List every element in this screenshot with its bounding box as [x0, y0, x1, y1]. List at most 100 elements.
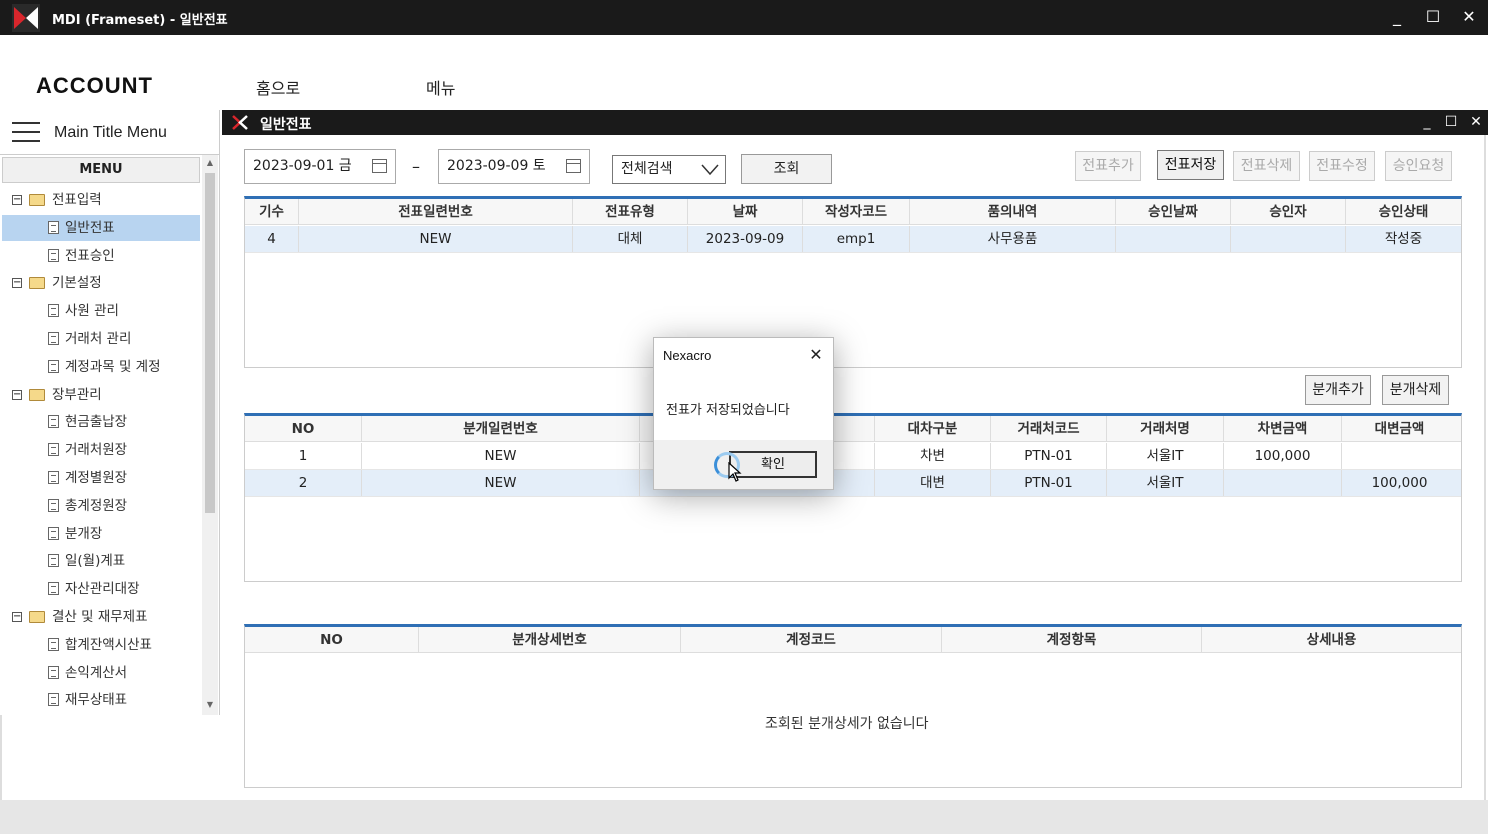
request-approval-button[interactable]: 승인요청 [1385, 151, 1452, 181]
table-cell[interactable]: PTN-01 [991, 443, 1107, 469]
column-header[interactable]: 승인상태 [1346, 199, 1461, 225]
table-cell[interactable] [1342, 443, 1457, 469]
child-minimize-icon[interactable]: _ [1417, 112, 1437, 132]
column-header[interactable]: 거래처코드 [991, 416, 1107, 442]
detail-grid[interactable]: NO 분개상세번호 계정코드 계정항목 상세내용 조회된 분개상세가 없습니다 [244, 624, 1462, 788]
column-header[interactable]: 계정항목 [942, 627, 1202, 653]
table-cell[interactable]: 서울IT [1107, 443, 1224, 469]
menu-item[interactable]: 전표승인 [2, 243, 200, 269]
scroll-up-icon[interactable]: ▲ [205, 158, 215, 168]
delete-voucher-button[interactable]: 전표삭제 [1233, 151, 1300, 181]
column-header[interactable]: 승인날짜 [1116, 199, 1231, 225]
menu-item[interactable]: 재무상태표 [2, 687, 200, 713]
table-cell[interactable]: 차변 [875, 443, 991, 469]
menu-item[interactable]: 거래처 관리 [2, 326, 200, 352]
menu-item[interactable]: 거래처원장 [2, 437, 200, 463]
dialog-close-icon[interactable]: ✕ [806, 345, 826, 365]
save-voucher-button[interactable]: 전표저장 [1157, 150, 1224, 180]
scrollbar-thumb[interactable] [205, 173, 215, 513]
menu-folder[interactable]: − 전표입력 [2, 187, 200, 213]
close-icon[interactable]: ✕ [1457, 6, 1481, 28]
table-cell[interactable]: 4 [245, 226, 299, 252]
nav-home-link[interactable]: 홈으로 [256, 75, 300, 99]
menu-item[interactable]: 일(월)계표 [2, 548, 200, 574]
table-cell[interactable] [1231, 226, 1346, 252]
table-cell[interactable]: 작성중 [1346, 226, 1461, 252]
hamburger-icon[interactable] [12, 122, 40, 144]
column-header[interactable]: 계정코드 [681, 627, 942, 653]
calendar-icon[interactable] [372, 159, 387, 173]
table-row[interactable]: 2NEW비대변PTN-01서울IT100,000 [245, 470, 1461, 497]
column-header[interactable]: 분개일련번호 [362, 416, 640, 442]
nav-menu-link[interactable]: 메뉴 [426, 75, 455, 99]
edit-voucher-button[interactable]: 전표수정 [1309, 151, 1375, 181]
menu-item[interactable]: 분개장 [2, 521, 200, 547]
add-voucher-button[interactable]: 전표추가 [1075, 151, 1141, 181]
table-row[interactable]: 4 NEW 대체 2023-09-09 emp1 사무용품 작성중 [245, 226, 1461, 253]
column-header[interactable]: 전표일련번호 [299, 199, 573, 225]
search-button[interactable]: 조회 [741, 154, 832, 184]
calendar-icon[interactable] [566, 159, 581, 173]
column-header[interactable]: 날짜 [688, 199, 803, 225]
table-cell[interactable]: NEW [299, 226, 573, 252]
maximize-icon[interactable]: ☐ [1421, 6, 1445, 28]
scroll-down-icon[interactable]: ▼ [205, 700, 215, 710]
column-header[interactable]: 거래처명 [1107, 416, 1224, 442]
add-journal-button[interactable]: 분개추가 [1305, 375, 1371, 405]
column-header[interactable]: NO [245, 416, 362, 442]
table-cell[interactable] [1224, 470, 1342, 496]
minimize-icon[interactable]: _ [1385, 6, 1409, 28]
menu-item[interactable]: 사원 관리 [2, 298, 200, 324]
table-cell[interactable]: 대체 [573, 226, 688, 252]
table-cell[interactable] [1116, 226, 1231, 252]
table-cell[interactable]: 1 [245, 443, 362, 469]
column-header[interactable]: 대변금액 [1342, 416, 1457, 442]
column-header[interactable]: 상세내용 [1202, 627, 1461, 653]
collapse-icon[interactable]: − [12, 278, 22, 288]
column-header[interactable]: NO [245, 627, 419, 653]
menu-item[interactable]: 손익계산서 [2, 660, 200, 686]
menu-item[interactable]: 합계잔액시산표 [2, 632, 200, 658]
journal-grid[interactable]: NO분개일련번호목대차구분거래처코드거래처명차변금액대변금액 1NEW 차변PTN… [244, 413, 1462, 582]
table-cell[interactable]: 대변 [875, 470, 991, 496]
table-cell[interactable]: 100,000 [1342, 470, 1457, 496]
menu-folder[interactable]: − 장부관리 [2, 382, 200, 408]
column-header[interactable]: 분개상세번호 [419, 627, 681, 653]
menu-item[interactable]: 계정별원장 [2, 465, 200, 491]
column-header[interactable]: 대차구분 [875, 416, 991, 442]
table-cell[interactable]: 2 [245, 470, 362, 496]
table-row[interactable]: 1 NEW 차변 PTN-01 서울IT 100,000 [245, 443, 1461, 470]
child-maximize-icon[interactable]: ☐ [1441, 112, 1461, 132]
collapse-icon[interactable]: − [12, 195, 22, 205]
menu-item[interactable]: 일반전표 [2, 215, 200, 241]
column-header[interactable]: 작성자코드 [803, 199, 910, 225]
menu-item[interactable]: 계정과목 및 계정 [2, 354, 200, 380]
menu-folder[interactable]: − 기본설정 [2, 270, 200, 296]
table-cell[interactable]: emp1 [803, 226, 910, 252]
dialog-ok-button[interactable]: 확인 [729, 451, 817, 478]
column-header[interactable]: 품의내역 [910, 199, 1116, 225]
collapse-icon[interactable]: − [12, 612, 22, 622]
delete-journal-button[interactable]: 분개삭제 [1382, 375, 1449, 405]
menu-item[interactable]: 총계정원장 [2, 493, 200, 519]
table-cell[interactable]: 서울IT [1107, 470, 1224, 496]
column-header[interactable]: 승인자 [1231, 199, 1346, 225]
column-header[interactable]: 전표유형 [573, 199, 688, 225]
collapse-icon[interactable]: − [12, 390, 22, 400]
table-cell[interactable]: PTN-01 [991, 470, 1107, 496]
sidebar-scrollbar[interactable]: ▲ ▼ [202, 155, 218, 715]
voucher-grid[interactable]: 기수 전표일련번호 전표유형 날짜 작성자코드 품의내역 승인날짜 승인자 승인상태 4 NEW 대… [244, 196, 1462, 368]
date-to-input[interactable]: 2023-09-09 토 [438, 149, 590, 184]
date-from-input[interactable]: 2023-09-01 금 [244, 149, 396, 184]
menu-item[interactable]: 현금출납장 [2, 409, 200, 435]
column-header[interactable]: 차변금액 [1224, 416, 1342, 442]
table-cell[interactable]: NEW [362, 443, 640, 469]
table-cell[interactable]: 사무용품 [910, 226, 1116, 252]
column-header[interactable]: 기수 [245, 199, 299, 225]
menu-item[interactable]: 자산관리대장 [2, 576, 200, 602]
menu-folder[interactable]: − 결산 및 재무제표 [2, 604, 200, 630]
child-close-icon[interactable]: ✕ [1466, 112, 1486, 132]
table-cell[interactable]: NEW [362, 470, 640, 496]
table-cell[interactable]: 2023-09-09 [688, 226, 803, 252]
table-cell[interactable]: 100,000 [1224, 443, 1342, 469]
